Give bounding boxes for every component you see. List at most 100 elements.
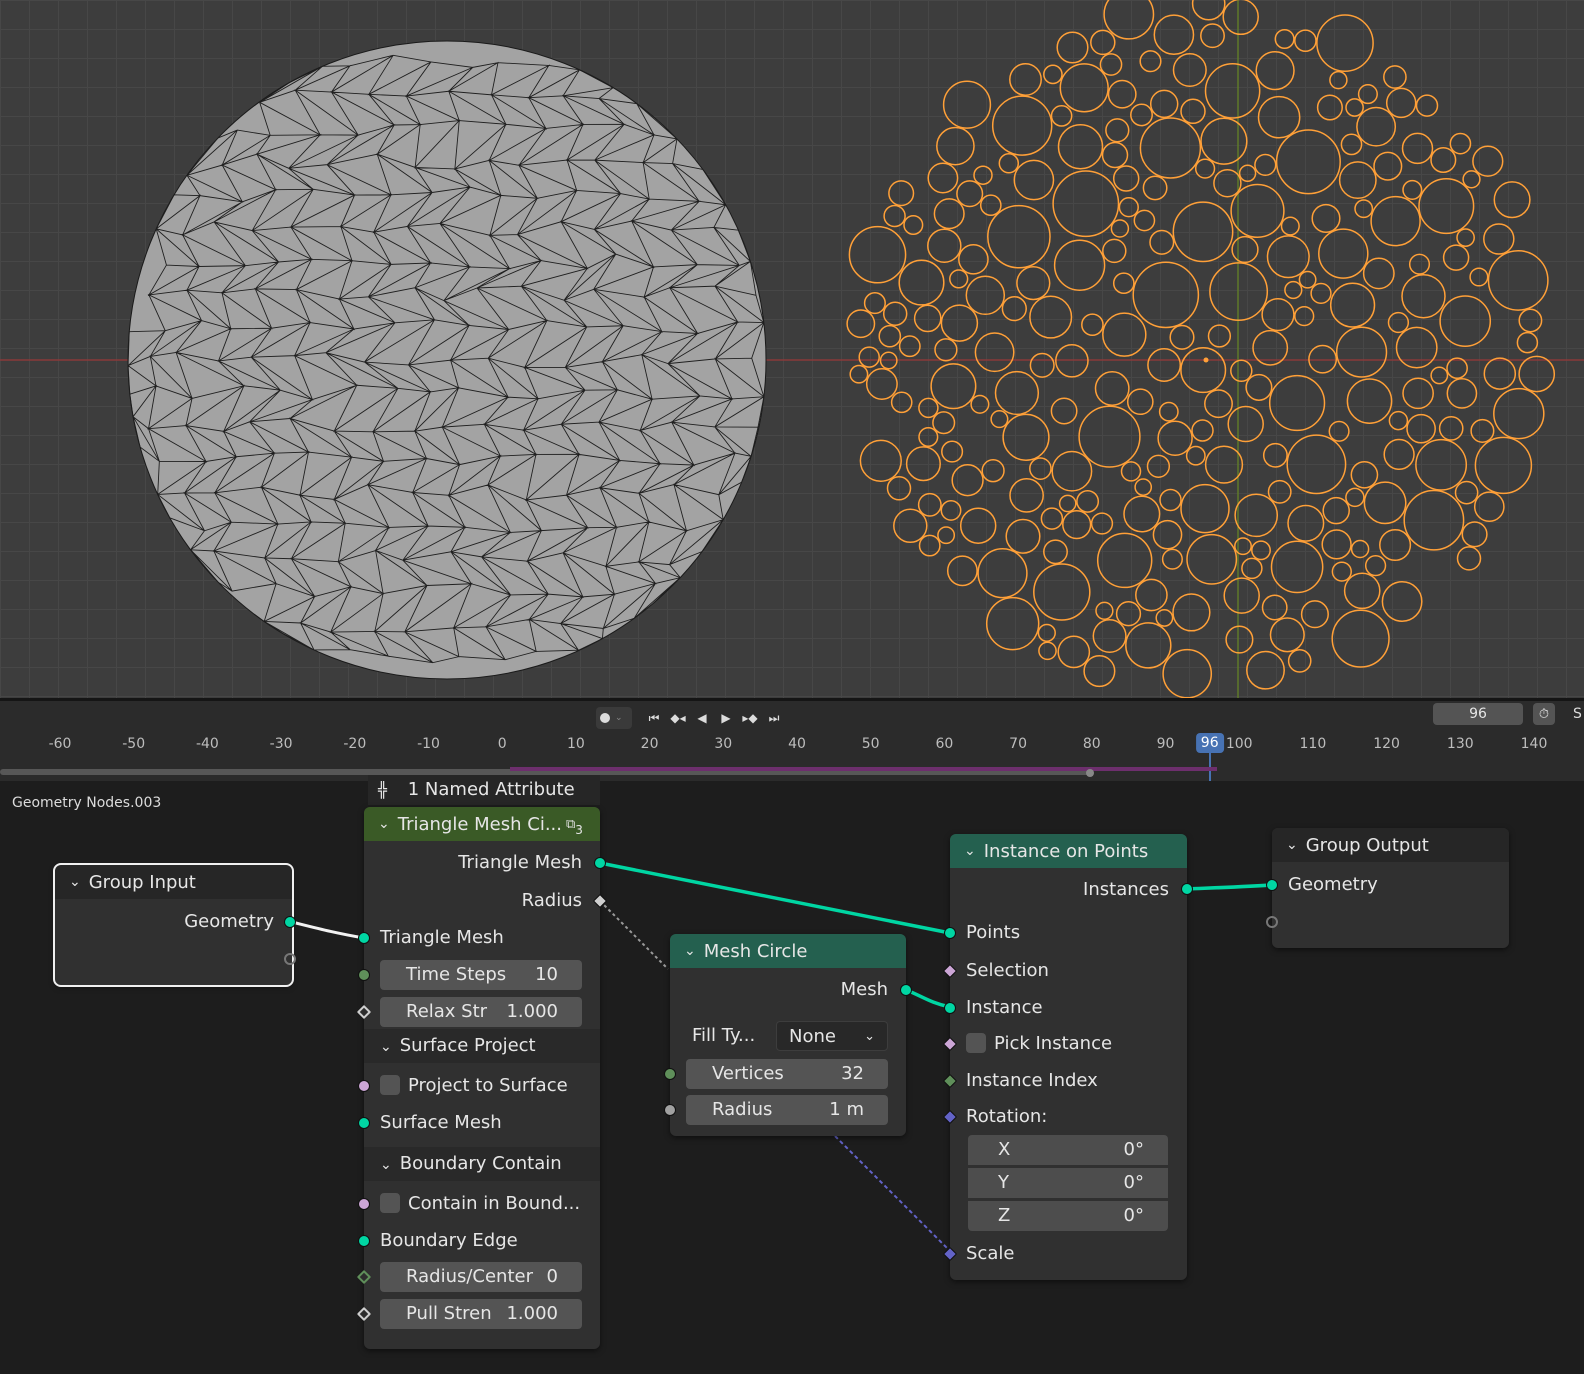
project-to-surface-row[interactable]: Project to Surface [364,1071,600,1101]
instance-circle [1287,504,1325,542]
points-socket[interactable] [944,927,956,939]
pick-instance-checkbox[interactable] [966,1032,986,1053]
group-output-header[interactable]: ⌄ Group Output [1272,828,1509,862]
instances-output-socket[interactable] [1181,883,1193,895]
pick-instance-row[interactable]: Pick Instance [950,1029,1187,1059]
play-reverse-icon[interactable]: ◀ [692,708,712,728]
relax-strength-value: 1.000 [506,1001,558,1022]
instance-circle [1406,413,1436,444]
contain-in-bound-checkbox[interactable] [380,1192,400,1213]
chevron-down-icon[interactable]: ⌄ [1286,837,1298,853]
project-to-surface-socket[interactable] [358,1080,370,1092]
instance-circle [1172,593,1211,632]
mesh-circle-node[interactable]: ⌄ Mesh Circle Mesh Fill Ty... None ⌄ Verti… [664,934,912,1136]
instance-circle [1132,261,1200,329]
relax-strength-field[interactable]: Relax Str 1.000 [380,997,582,1027]
link-group-input-to-triangle [291,920,365,940]
instance-circle [1005,518,1041,554]
viewport-canvas[interactable] [0,0,1584,700]
rotation-z-label: Z [998,1205,1011,1226]
instance-circle [1354,199,1374,219]
boundary-contain-panel-header[interactable]: ⌄ Boundary Contain [364,1147,600,1181]
instance-circle [1316,14,1374,72]
triangle-mesh-circle-node[interactable]: ⌄ Triangle Mesh Ci... ⧉ 3 Triangle Mesh … [356,807,608,1349]
project-to-surface-checkbox[interactable] [380,1074,400,1095]
current-frame-field[interactable]: 96 [1433,703,1523,725]
chevron-down-icon[interactable]: ⌄ [380,1039,392,1055]
instance-circle [1110,219,1130,238]
chevron-down-icon[interactable]: ⌄ [380,1157,392,1173]
triangle-mesh-output-socket[interactable] [594,857,606,869]
instance-circle [1051,450,1093,492]
surface-mesh-socket[interactable] [358,1117,370,1129]
instance-circle [1050,105,1073,127]
instance-circle [1139,117,1202,179]
instance-circle [1268,374,1326,432]
vertices-socket[interactable] [664,1068,676,1080]
node-group-icon[interactable]: ⧉ [566,817,575,832]
boundary-edge-socket[interactable] [358,1235,370,1247]
playhead-frame-indicator[interactable]: 96 [1195,733,1224,753]
triangle-node-header[interactable]: ⌄ Triangle Mesh Ci... ⧉ 3 [364,807,600,841]
instance-socket[interactable] [944,1002,956,1014]
fill-type-dropdown[interactable]: None ⌄ [776,1021,888,1051]
mesh-output-socket[interactable] [900,984,912,996]
radius-socket[interactable] [664,1104,676,1116]
chevron-down-icon[interactable]: ⌄ [69,874,81,890]
frame-ruler[interactable]: -60 -50 -40 -30 -20 -10 0 10 20 30 40 50 60 70 80 90 100… [0,733,1584,791]
group-input-header[interactable]: ⌄ Group Input [55,865,292,899]
group-output-empty-socket[interactable] [1266,916,1278,928]
group-input-empty-socket[interactable] [284,953,296,965]
contain-in-bound-socket[interactable] [358,1198,370,1210]
stopwatch-icon[interactable]: ⏱ [1533,703,1555,725]
instance-circle [1029,352,1055,378]
play-icon[interactable]: ▶ [716,708,736,728]
named-attribute-strip[interactable]: ╬ 1 Named Attribute [368,775,600,805]
pull-strength-field[interactable]: Pull Stren 1.000 [380,1299,582,1329]
scrub-bar[interactable] [0,767,1584,777]
node-editor[interactable]: Geometry Nodes.003 ╬ 1 Named Attribute ⌄… [0,775,1584,1374]
rotation-y-field[interactable]: Y 0° [968,1168,1168,1198]
auto-keying-button[interactable]: ⌄ [596,707,632,729]
instance-on-points-header[interactable]: ⌄ Instance on Points [950,834,1187,868]
instance-on-points-node[interactable]: ⌄ Instance on Points Instances Points Sel… [942,834,1193,1280]
start-frame-label[interactable]: S [1573,703,1582,725]
jump-to-start-icon[interactable]: ⏮ [644,708,664,728]
instance-circle [1016,265,1051,301]
chevron-down-icon[interactable]: ⌄ [378,816,390,832]
group-output-geometry-socket[interactable] [1266,879,1278,891]
node-tree-name[interactable]: Geometry Nodes.003 [12,795,161,811]
jump-to-prev-keyframe-icon[interactable]: ◆◂ [668,708,688,728]
pick-instance-label: Pick Instance [994,1033,1113,1054]
radius-field[interactable]: Radius 1 m [686,1095,888,1125]
timeline-editor[interactable]: ⌄ ⏮ ◆◂ ◀ ▶ ▸◆ ⏭ 96 ⏱ S -60 -50 -40 -30 -20 -1… [0,701,1584,791]
surface-project-panel-header[interactable]: ⌄ Surface Project [364,1029,600,1063]
rotation-x-field[interactable]: X 0° [968,1135,1168,1165]
instance-circle [991,95,1053,156]
chevron-down-icon[interactable]: ⌄ [964,843,976,859]
chevron-down-icon[interactable]: ⌄ [684,943,696,959]
instance-circle [1013,159,1055,201]
mesh-circle-header[interactable]: ⌄ Mesh Circle [670,934,906,968]
rotation-z-field[interactable]: Z 0° [968,1201,1168,1231]
radius-center-field[interactable]: Radius/Center 0 [380,1262,582,1292]
contain-in-bound-row[interactable]: Contain in Bound... [364,1189,600,1219]
group-output-node[interactable]: ⌄ Group Output Geometry [1266,828,1509,948]
instance-circle [859,439,902,482]
3d-viewport[interactable] [0,0,1584,700]
instance-circle [1204,445,1244,484]
mesh-output-label: Mesh [840,979,888,1000]
group-input-geometry-socket[interactable] [284,916,296,928]
jump-to-next-keyframe-icon[interactable]: ▸◆ [740,708,760,728]
instance-circle [1056,31,1089,64]
instance-circle [1483,223,1515,255]
scrub-handle[interactable] [1086,769,1094,777]
time-steps-socket[interactable] [358,969,370,981]
jump-to-end-icon[interactable]: ⏭ [764,708,784,728]
triangle-mesh-input-socket[interactable] [358,932,370,944]
group-input-node[interactable]: ⌄ Group Input Geometry [53,863,296,987]
instance-circle [918,534,941,557]
instance-circle [1251,540,1271,561]
vertices-field[interactable]: Vertices 32 [686,1059,888,1089]
time-steps-field[interactable]: Time Steps 10 [380,960,582,990]
